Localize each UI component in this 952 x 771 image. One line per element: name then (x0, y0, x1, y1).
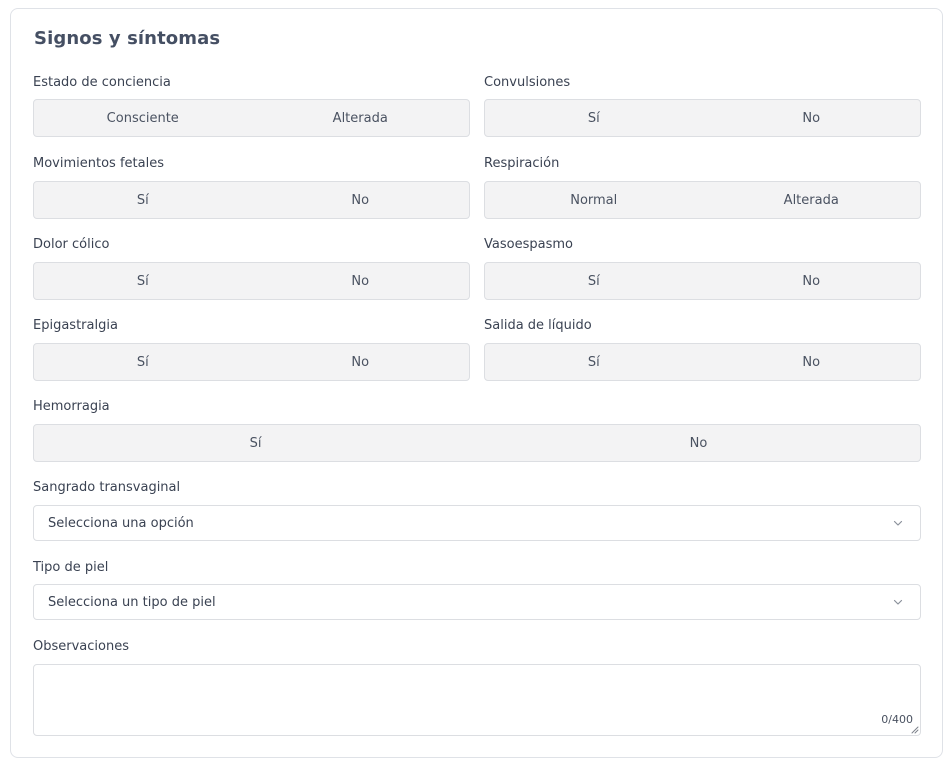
observaciones-textarea[interactable]: 0/400 (33, 664, 921, 736)
hemorragia-toggle: Sí No (33, 424, 921, 462)
tipo-piel-value: Selecciona un tipo de piel (48, 594, 216, 610)
respiracion-label: Respiración (484, 156, 560, 171)
sangrado-transvaginal-select[interactable]: Selecciona una opción (33, 505, 921, 541)
epigastralgia-toggle: Sí No (33, 343, 470, 381)
hemorragia-option-no[interactable]: No (477, 425, 920, 461)
dolor-colico-option-no[interactable]: No (252, 263, 470, 299)
dolor-colico-option-si[interactable]: Sí (34, 263, 252, 299)
vasoespasmo-option-si[interactable]: Sí (485, 263, 703, 299)
signos-sintomas-card: Signos y síntomas Estado de conciencia C… (10, 8, 943, 758)
respiracion-option-alterada[interactable]: Alterada (703, 182, 921, 218)
movimientos-fetales-toggle: Sí No (33, 181, 470, 219)
vasoespasmo-label: Vasoespasmo (484, 237, 573, 252)
chevron-down-icon (893, 520, 903, 526)
resize-handle-icon[interactable] (910, 725, 919, 734)
salida-liquido-label: Salida de líquido (484, 318, 592, 333)
convulsiones-toggle: Sí No (484, 99, 921, 137)
sangrado-transvaginal-value: Selecciona una opción (48, 515, 194, 531)
salida-liquido-toggle: Sí No (484, 343, 921, 381)
dolor-colico-label: Dolor cólico (33, 237, 110, 252)
estado-conciencia-label: Estado de conciencia (33, 75, 171, 90)
movimientos-fetales-option-si[interactable]: Sí (34, 182, 252, 218)
tipo-piel-select[interactable]: Selecciona un tipo de piel (33, 584, 921, 620)
section-title: Signos y síntomas (34, 28, 221, 49)
movimientos-fetales-label: Movimientos fetales (33, 156, 164, 171)
epigastralgia-option-no[interactable]: No (252, 344, 470, 380)
tipo-piel-label: Tipo de piel (33, 560, 109, 575)
char-counter: 0/400 (881, 713, 913, 726)
hemorragia-option-si[interactable]: Sí (34, 425, 477, 461)
dolor-colico-toggle: Sí No (33, 262, 470, 300)
estado-conciencia-option-alterada[interactable]: Alterada (252, 100, 470, 136)
vasoespasmo-option-no[interactable]: No (703, 263, 921, 299)
estado-conciencia-toggle: Consciente Alterada (33, 99, 470, 137)
epigastralgia-label: Epigastralgia (33, 318, 118, 333)
movimientos-fetales-option-no[interactable]: No (252, 182, 470, 218)
salida-liquido-option-no[interactable]: No (703, 344, 921, 380)
sangrado-transvaginal-label: Sangrado transvaginal (33, 480, 181, 495)
observaciones-label: Observaciones (33, 639, 129, 654)
vasoespasmo-toggle: Sí No (484, 262, 921, 300)
epigastralgia-option-si[interactable]: Sí (34, 344, 252, 380)
respiracion-toggle: Normal Alterada (484, 181, 921, 219)
convulsiones-option-no[interactable]: No (703, 100, 921, 136)
estado-conciencia-option-consciente[interactable]: Consciente (34, 100, 252, 136)
hemorragia-label: Hemorragia (33, 399, 110, 414)
convulsiones-label: Convulsiones (484, 75, 571, 90)
salida-liquido-option-si[interactable]: Sí (485, 344, 703, 380)
respiracion-option-normal[interactable]: Normal (485, 182, 703, 218)
convulsiones-option-si[interactable]: Sí (485, 100, 703, 136)
chevron-down-icon (893, 599, 903, 605)
